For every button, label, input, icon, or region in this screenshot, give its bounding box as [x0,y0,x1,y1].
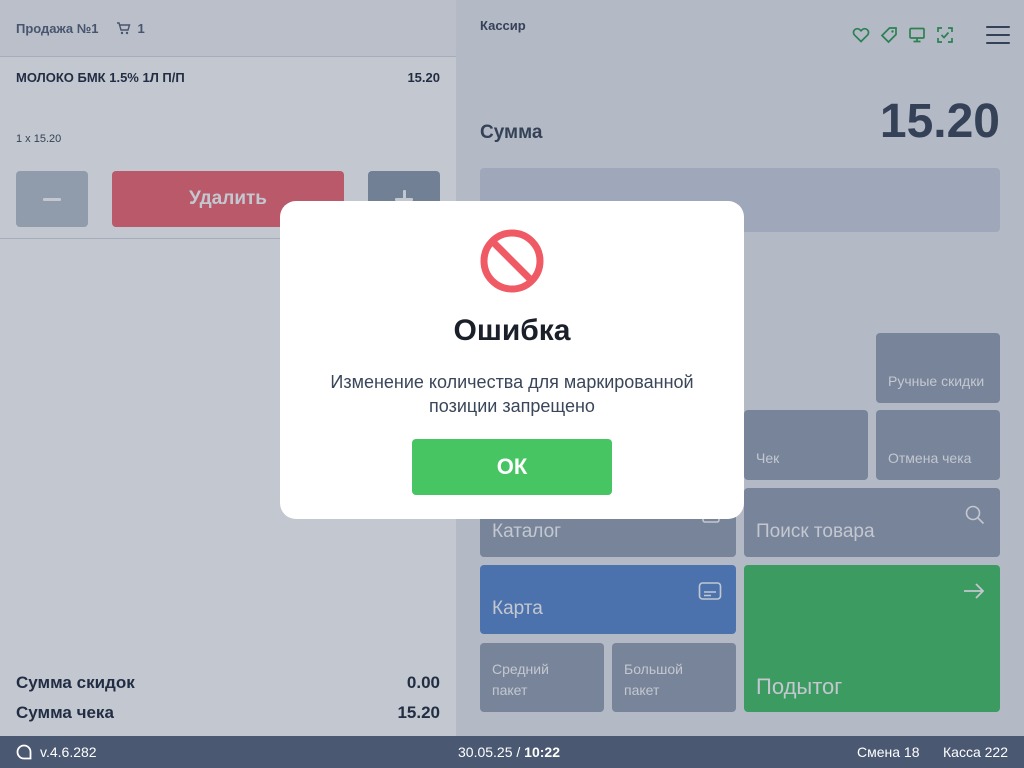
forbidden-icon [480,229,544,293]
ok-button[interactable]: ОК [412,439,612,495]
shift-info: Смена 18 [857,744,920,760]
dialog-message: Изменение количества для маркированной п… [330,372,694,416]
logo-icon [16,744,32,760]
datetime: 30.05.25 / 10:22 [458,744,560,760]
error-dialog: Ошибка Изменение количества для маркиров… [280,201,744,519]
kassa-info: Касса 222 [943,744,1008,760]
time-text: 10:22 [524,744,560,760]
date-text: 30.05.25 / [458,744,521,760]
dialog-title: Ошибка [453,314,571,347]
version-text: v.4.6.282 [40,744,97,760]
status-footer: v.4.6.282 30.05.25 / 10:22 Смена 18 Касс… [0,736,1024,768]
version-info: v.4.6.282 [16,744,97,760]
